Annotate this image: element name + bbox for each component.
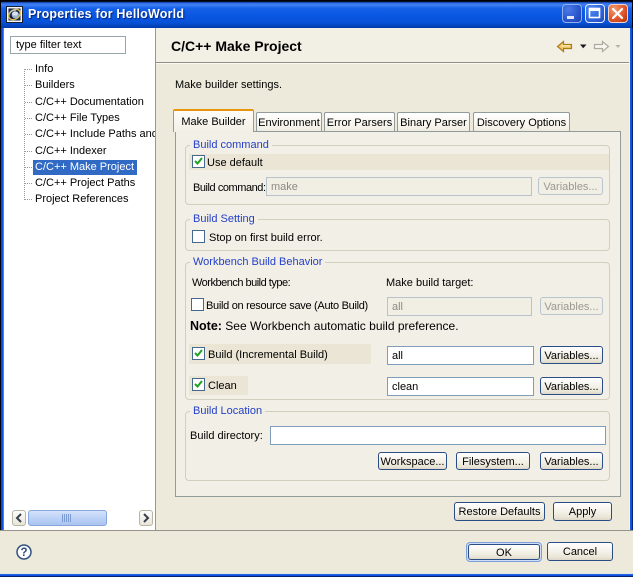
svg-text:?: ? bbox=[20, 547, 27, 559]
